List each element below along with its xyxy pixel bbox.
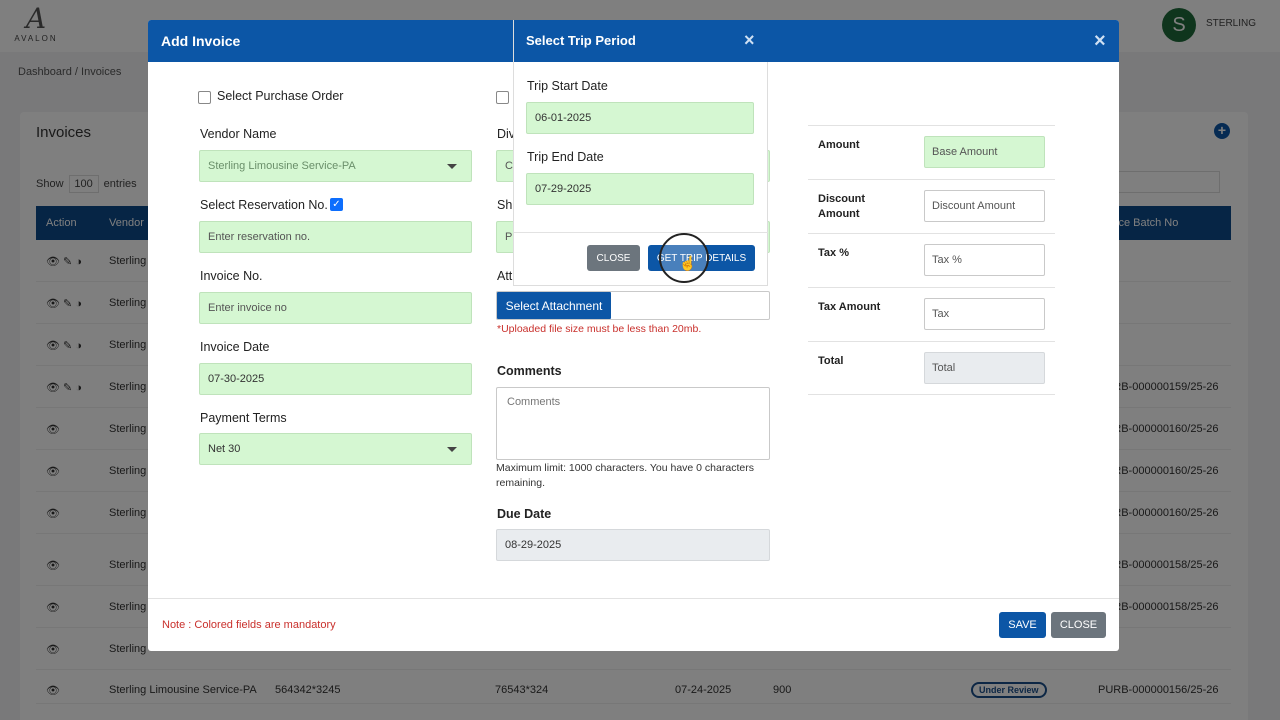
trip-end-date-label: Trip End Date — [527, 150, 604, 164]
amount-row-label: Amount — [818, 139, 860, 151]
payment-terms-label: Payment Terms — [200, 411, 287, 425]
invoice-date-input[interactable]: 07-30-2025 — [199, 363, 472, 395]
chevron-down-icon — [447, 164, 457, 169]
invoice-date-label: Invoice Date — [200, 340, 270, 354]
column2-checkbox[interactable] — [496, 91, 509, 104]
due-date-label: Due Date — [497, 507, 552, 521]
shipping-label: Sh — [497, 198, 513, 212]
amount-row: Tax % Tax % — [808, 233, 1055, 287]
trip-start-date-input[interactable]: 06-01-2025 — [526, 102, 754, 134]
get-trip-details-button[interactable]: GET TRIP DETAILS — [648, 245, 755, 271]
modal-footer: Note : Colored fields are mandatory SAVE… — [148, 598, 1119, 651]
invoice-no-input[interactable]: Enter invoice no — [199, 292, 472, 324]
amount-row: Amount Base Amount — [808, 125, 1055, 179]
amount-row-label: Tax Amount — [818, 301, 881, 313]
comments-textarea[interactable]: Comments — [496, 387, 770, 460]
select-attachment-button[interactable]: Select Attachment — [497, 292, 611, 319]
trip-close-button[interactable]: CLOSE — [587, 245, 640, 271]
amount-row-input[interactable]: Base Amount — [924, 136, 1045, 168]
payment-terms-value: Net 30 — [208, 443, 241, 455]
attachment-label: Att — [497, 269, 513, 283]
trip-start-date-label: Trip Start Date — [527, 79, 608, 93]
close-icon[interactable]: × — [1094, 30, 1106, 53]
mandatory-note: Note : Colored fields are mandatory — [162, 619, 336, 631]
close-icon[interactable]: × — [744, 30, 755, 51]
amount-row-label: Discount Amount — [818, 193, 866, 220]
vendor-name-label: Vendor Name — [200, 127, 277, 141]
due-date-input[interactable]: 08-29-2025 — [496, 529, 770, 561]
amount-row-input[interactable]: Tax % — [924, 244, 1045, 276]
amount-row-label: Total — [818, 355, 844, 367]
chevron-down-icon — [447, 447, 457, 452]
reservation-no-input[interactable]: Enter reservation no. — [199, 221, 472, 253]
trip-popup-divider — [514, 232, 768, 233]
comments-limit-line1: Maximum limit: 1000 characters. You have… — [496, 462, 754, 474]
amount-row-input[interactable]: Discount Amount — [924, 190, 1045, 222]
comments-limit-line2: remaining. — [496, 477, 546, 489]
select-reservation-label: Select Reservation No. — [200, 198, 328, 212]
amount-row: Discount Amount Discount Amount — [808, 179, 1055, 233]
amount-row: Tax Amount Tax — [808, 287, 1055, 341]
amount-row-input[interactable]: Tax — [924, 298, 1045, 330]
amount-row-input[interactable]: Total — [924, 352, 1045, 384]
amount-row-label: Tax % — [818, 247, 849, 259]
comments-label: Comments — [497, 364, 562, 378]
trip-popup-header: Select Trip Period × — [514, 20, 769, 62]
invoice-no-label: Invoice No. — [200, 269, 263, 283]
comments-limit-note: Maximum limit: 1000 characters. You have… — [496, 461, 754, 491]
payment-terms-select[interactable]: Net 30 — [199, 433, 472, 465]
vendor-name-select[interactable]: Sterling Limousine Service-PA — [199, 150, 472, 182]
select-purchase-order-label: Select Purchase Order — [217, 89, 344, 103]
trip-popup-title: Select Trip Period — [526, 33, 636, 48]
save-button[interactable]: SAVE — [999, 612, 1046, 638]
select-purchase-order-checkbox[interactable] — [198, 91, 211, 104]
trip-end-date-input[interactable]: 07-29-2025 — [526, 173, 754, 205]
select-reservation-checkbox[interactable]: ✓ — [330, 198, 343, 211]
close-button[interactable]: CLOSE — [1051, 612, 1106, 638]
modal-title: Add Invoice — [161, 33, 241, 49]
attachment-size-hint: *Uploaded file size must be less than 20… — [497, 323, 702, 335]
select-trip-period-popup: Select Trip Period × Trip Start Date 06-… — [513, 20, 769, 286]
amount-row: Total Total — [808, 341, 1055, 395]
vendor-name-value: Sterling Limousine Service-PA — [208, 160, 356, 172]
